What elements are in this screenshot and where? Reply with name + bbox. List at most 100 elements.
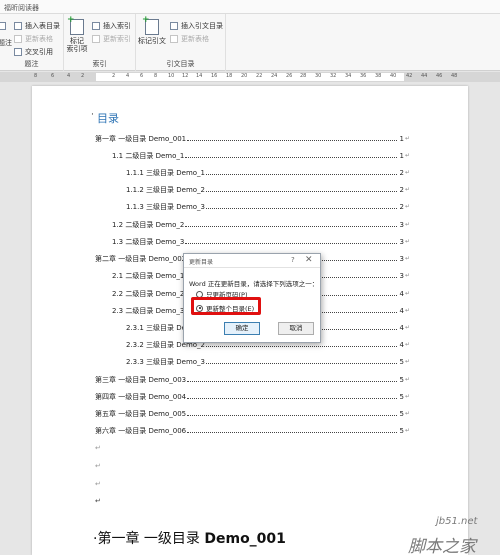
- ruler-tick-label: 22: [256, 73, 263, 79]
- ruler-tick-label: 26: [286, 73, 293, 79]
- toc-entry[interactable]: 第五章 一级目录 Demo_005 5 ↵: [95, 408, 410, 419]
- ruler-tick-label: 10: [168, 73, 175, 79]
- ruler-tick-label: 46: [436, 73, 443, 79]
- ribbon-tab-bar: 福昕阅读器: [0, 0, 500, 14]
- ruler-tick-label: 44: [421, 73, 428, 79]
- toc-leader-dots: [206, 204, 397, 209]
- paragraph-mark: ↵: [404, 272, 410, 279]
- toc-entry[interactable]: 1.2 二级目录 Demo_2 3 ↵: [112, 219, 410, 230]
- toc-entry[interactable]: 2.3.3 三级目录 Demo_3 5 ↵: [126, 356, 410, 367]
- cancel-button[interactable]: 取消: [278, 322, 314, 335]
- toc-leader-dots: [206, 170, 397, 175]
- footnote-group-label: 题注: [24, 60, 39, 68]
- cross-reference-button[interactable]: 交叉引用: [14, 47, 53, 57]
- toc-entry-text: 1.1 二级目录 Demo_1: [112, 151, 185, 160]
- vertical-ruler: [0, 82, 28, 555]
- dialog-titlebar: 更新目录 ? ✕: [184, 254, 320, 268]
- citation-group: + 标记引文 插入引文目录 更新表格 引文目录: [136, 14, 226, 71]
- ok-button[interactable]: 确定: [224, 322, 260, 335]
- update-table-icon: [14, 35, 22, 43]
- toc-entry-text: 2.3.3 三级目录 Demo_3: [126, 357, 206, 366]
- paragraph-mark: ↵: [404, 169, 410, 176]
- ruler-tick-label: 2: [112, 73, 116, 79]
- dialog-title: 更新目录: [189, 259, 214, 266]
- ruler-tick-label: 6: [51, 73, 55, 79]
- ruler-tick-label: 32: [330, 73, 337, 79]
- mark-citation-icon: +: [142, 16, 159, 35]
- paragraph-mark: ↵: [404, 152, 410, 159]
- toc-leader-dots: [206, 359, 397, 364]
- highlight-annotation: [191, 297, 261, 315]
- toc-entry-text: 1.1.3 三级目录 Demo_3: [126, 202, 206, 211]
- insert-table-icon: [14, 22, 22, 30]
- chapter-heading: ·第一章 一级目录 Demo_001: [93, 531, 286, 547]
- ruler-tick-label: 36: [360, 73, 367, 79]
- toc-entry-text: 第四章 一级目录 Demo_004: [95, 392, 187, 401]
- cross-reference-icon: [14, 48, 22, 56]
- ruler-tick-label: 2: [81, 73, 85, 79]
- insert-table-of-figures-button[interactable]: 插入表目录: [14, 21, 60, 31]
- left-partial-label: 题注: [0, 39, 12, 47]
- close-icon[interactable]: ✕: [305, 255, 313, 265]
- toc-entry[interactable]: 1.3 二级目录 Demo_3 3 ↵: [112, 236, 410, 247]
- paragraph-mark: ↵: [404, 427, 410, 434]
- paragraph-mark: ↵: [95, 444, 101, 452]
- toc-leader-dots: [206, 187, 397, 192]
- paragraph-mark: ↵: [404, 135, 410, 142]
- toc-entry[interactable]: 第四章 一级目录 Demo_004 5 ↵: [95, 391, 410, 402]
- toc-leader-dots: [187, 428, 397, 433]
- toc-entry[interactable]: 第一章 一级目录 Demo_001 1 ↵: [95, 133, 410, 144]
- paragraph-mark: ↵: [404, 307, 410, 314]
- toc-entry-text: 1.3 二级目录 Demo_3: [112, 237, 185, 246]
- toc-entry[interactable]: 1.1 二级目录 Demo_1 1 ↵: [112, 150, 410, 161]
- toc-entry-text: 2.3 二级目录 Demo_3: [112, 306, 185, 315]
- toc-entry-text: 2.2 二级目录 Demo_2: [112, 289, 185, 298]
- ruler-tick-label: 8: [154, 73, 158, 79]
- toc-entry[interactable]: 1.1.1 三级目录 Demo_1 2 ↵: [126, 167, 410, 178]
- insert-index-button[interactable]: 插入索引: [92, 21, 131, 31]
- insert-table-of-authorities-button[interactable]: 插入引文目录: [170, 21, 223, 31]
- horizontal-ruler[interactable]: 8 6 4 2 2 4 6 8 10 12 14 16 18 20 22 24 26 28 30 32 34 36 38 40…: [0, 72, 500, 82]
- paragraph-mark: ↵: [404, 341, 410, 348]
- mark-entry-button[interactable]: + 标记 索引项: [66, 16, 88, 54]
- bullet-marker: ·: [91, 110, 94, 120]
- toc-entry-text: 1.2 二级目录 Demo_2: [112, 220, 185, 229]
- toc-entry[interactable]: 1.1.2 三级目录 Demo_2 2 ↵: [126, 184, 410, 195]
- cursor-paragraph-mark: ↵: [95, 497, 101, 505]
- toc-entry-page: 3: [399, 271, 404, 280]
- paragraph-mark: ↵: [95, 462, 101, 470]
- paragraph-mark: ↵: [404, 324, 410, 331]
- app-tab-label[interactable]: 福昕阅读器: [4, 3, 39, 13]
- paragraph-mark: ↵: [404, 358, 410, 365]
- paragraph-mark: ↵: [404, 376, 410, 383]
- mark-citation-button[interactable]: + 标记引文: [138, 16, 166, 46]
- toc-entry-page: 4: [399, 340, 404, 349]
- toc-entry-page: 5: [399, 392, 404, 401]
- toc-entry[interactable]: 第六章 一级目录 Demo_006 5 ↵: [95, 425, 410, 436]
- paragraph-mark: ↵: [404, 186, 410, 193]
- toc-entry-text: 1.1.1 三级目录 Demo_1: [126, 168, 206, 177]
- left-partial-button[interactable]: [0, 22, 9, 30]
- ruler-tick-label: 20: [241, 73, 248, 79]
- index-group: + 标记 索引项 插入索引 更新索引 索引: [64, 14, 136, 71]
- toc-entry[interactable]: 第三章 一级目录 Demo_003 5 ↵: [95, 374, 410, 385]
- ruler-tick-label: 30: [315, 73, 322, 79]
- toc-entry-text: 1.1.2 三级目录 Demo_2: [126, 185, 206, 194]
- ruler-tick-label: 48: [451, 73, 458, 79]
- ruler-tick-label: 40: [390, 73, 397, 79]
- ruler-ticks: 8 6 4 2 2 4 6 8 10 12 14 16 18 20 22 24 26 28 30 32 34 36 38 40…: [0, 73, 500, 81]
- toc-entry-page: 2: [399, 168, 404, 177]
- update-authorities-button[interactable]: 更新表格: [170, 34, 209, 44]
- toc-entry-page: 4: [399, 323, 404, 332]
- toc-leader-dots: [187, 411, 397, 416]
- update-index-icon: [92, 35, 100, 43]
- ruler-tick-label: 38: [375, 73, 382, 79]
- toc-entry-page: 5: [399, 357, 404, 366]
- ruler-tick-label: 42: [406, 73, 413, 79]
- toc-entry-page: 5: [399, 409, 404, 418]
- toc-entry[interactable]: 1.1.3 三级目录 Demo_3 2 ↵: [126, 201, 410, 212]
- ruler-tick-label: 8: [34, 73, 38, 79]
- help-icon[interactable]: ?: [291, 256, 295, 264]
- update-table-button[interactable]: 更新表格: [14, 34, 53, 44]
- update-index-button[interactable]: 更新索引: [92, 34, 131, 44]
